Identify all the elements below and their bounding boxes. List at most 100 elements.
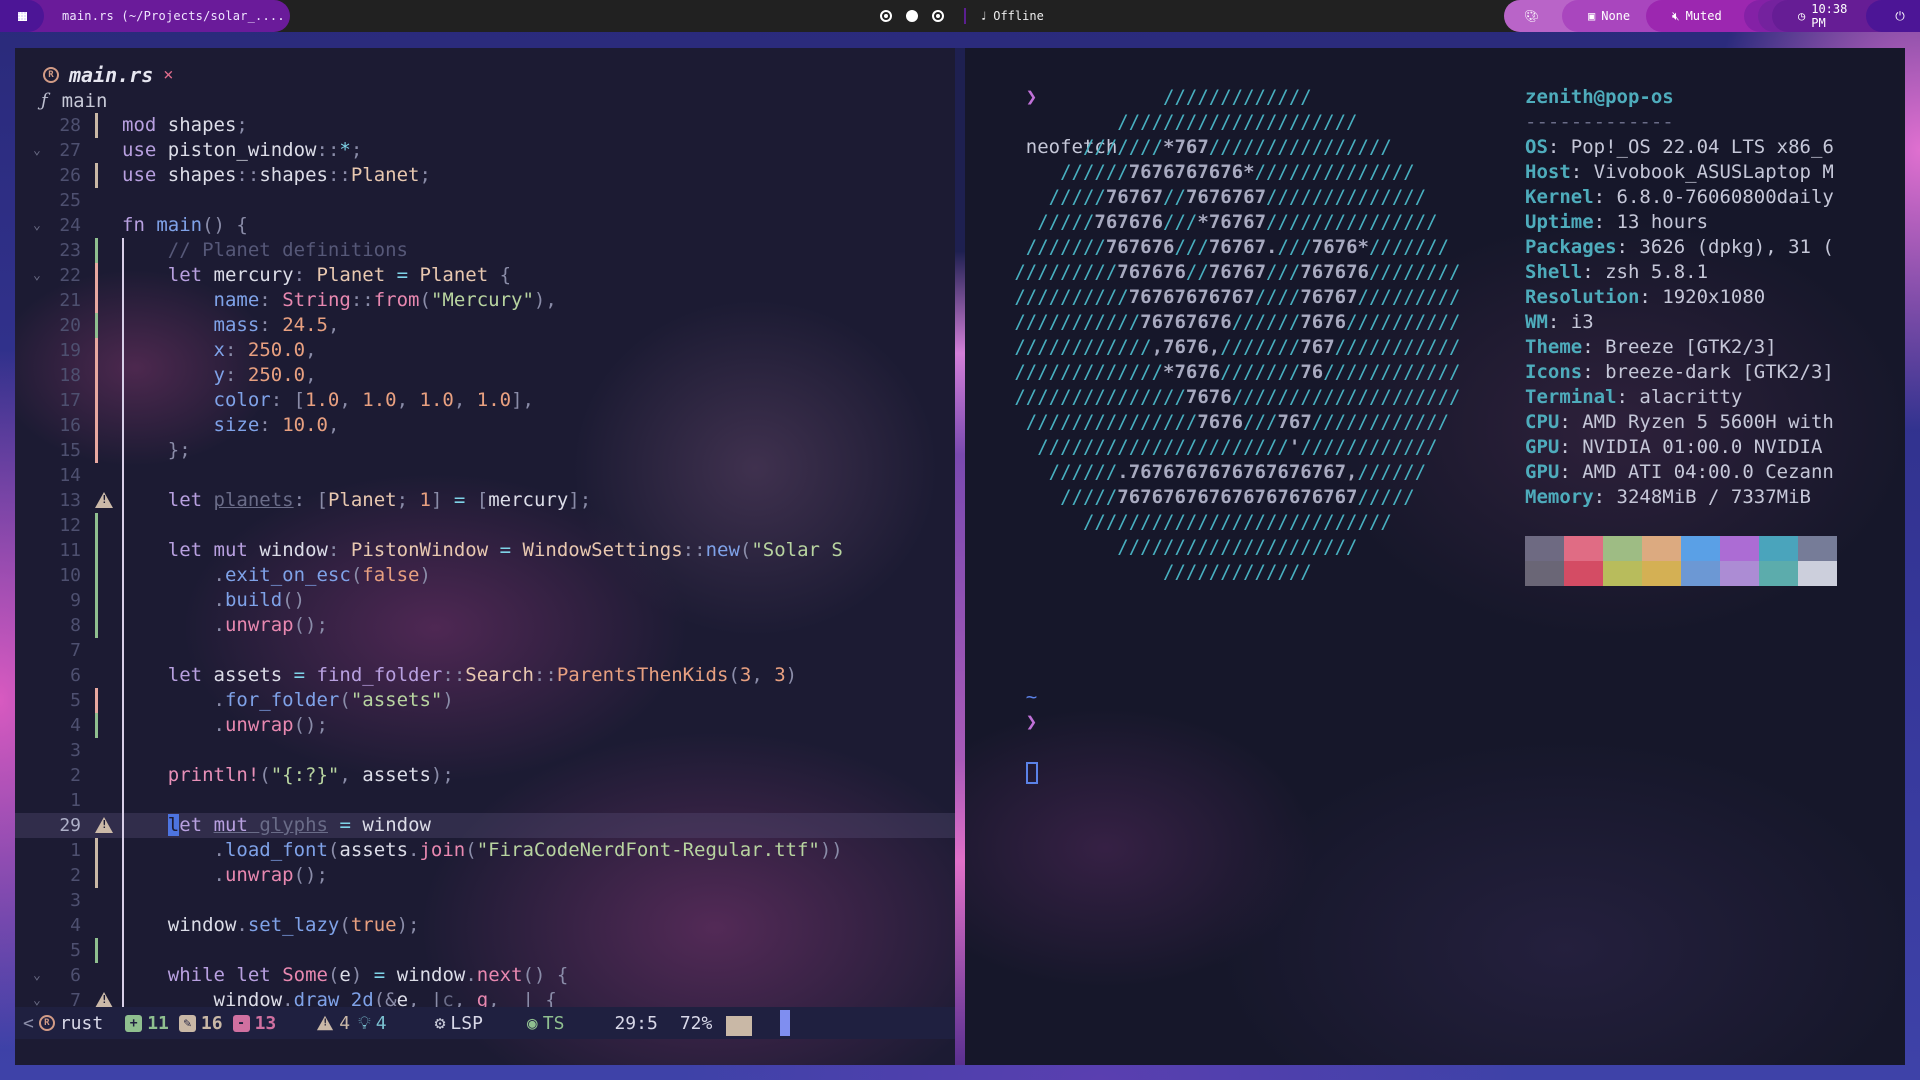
code-line[interactable]: 25 bbox=[15, 188, 955, 213]
line-number: 6 bbox=[70, 965, 81, 986]
warning-icon[interactable] bbox=[95, 492, 113, 509]
code-text: color: [1.0, 1.0, 1.0, 1.0], bbox=[213, 389, 534, 411]
code-line[interactable]: 20 mass: 24.5, bbox=[15, 313, 955, 338]
git-changed-count: 16 bbox=[200, 1012, 223, 1034]
color-swatch bbox=[1681, 561, 1720, 586]
plus-icon: + bbox=[125, 1014, 143, 1032]
info-row: GPU: AMD ATI 04:00.0 Cezann bbox=[1525, 461, 1834, 483]
grid-icon bbox=[17, 11, 27, 21]
code-line[interactable]: 5 .for_folder("assets") bbox=[15, 688, 955, 713]
indent-guide bbox=[122, 463, 124, 488]
code-text: window.set_lazy(true); bbox=[167, 914, 420, 936]
code-line[interactable]: ⌄ 6 while let Some(e) = window.next() { bbox=[15, 963, 955, 988]
git-sign-add bbox=[95, 238, 98, 263]
code-line[interactable]: 9 .build() bbox=[15, 588, 955, 613]
code-line[interactable]: 4 window.set_lazy(true); bbox=[15, 913, 955, 938]
focused-window-title[interactable]: main.rs (~/Projects/solar_.... bbox=[28, 0, 290, 32]
info-key: Shell bbox=[1525, 261, 1583, 283]
code-line[interactable]: ⌄ 24 fn main() { bbox=[15, 213, 955, 238]
diagnostics-warnings[interactable]: 4 bbox=[316, 1013, 350, 1034]
git-added-count: 11 bbox=[147, 1012, 169, 1034]
info-key: OS bbox=[1525, 136, 1548, 158]
editor-tab[interactable]: R main.rs × bbox=[43, 62, 174, 88]
code-line[interactable]: 21 name: String::from("Mercury"), bbox=[15, 288, 955, 313]
code-line[interactable]: 2 .unwrap(); bbox=[15, 863, 955, 888]
code-text: fn main() { bbox=[122, 214, 248, 236]
code-text: name: String::from("Mercury"), bbox=[213, 289, 557, 311]
logo-row: ///////*767//////////////// bbox=[1082, 136, 1392, 158]
code-line[interactable]: ⌄ 27 use piston_window::*; bbox=[15, 138, 955, 163]
info-value: Vivobook_ASUSLaptop M bbox=[1593, 161, 1834, 183]
code-line[interactable]: 3 bbox=[15, 738, 955, 763]
prompt-line[interactable]: ❯ bbox=[980, 685, 1038, 784]
code-line[interactable]: 17 color: [1.0, 1.0, 1.0, 1.0], bbox=[15, 388, 955, 413]
workspace-3-button[interactable] bbox=[932, 10, 944, 22]
color-swatch bbox=[1681, 536, 1720, 561]
treesitter-status[interactable]: ◉ TS bbox=[527, 1013, 565, 1034]
code-line[interactable]: 18 y: 250.0, bbox=[15, 363, 955, 388]
code-line[interactable]: 16 size: 10.0, bbox=[15, 413, 955, 438]
code-line[interactable]: 3 bbox=[15, 888, 955, 913]
git-sign-add bbox=[95, 313, 98, 338]
info-value: zsh 5.8.1 bbox=[1605, 261, 1709, 283]
code-line[interactable]: 6 let assets = find_folder::Search::Pare… bbox=[15, 663, 955, 688]
code-area[interactable]: 28 mod shapes; ⌄ 27 use piston_window::*; 26 u… bbox=[15, 113, 955, 1013]
pane-divider[interactable] bbox=[955, 48, 965, 1065]
code-line[interactable]: 28 mod shapes; bbox=[15, 113, 955, 138]
logo-row: /////////767676//76767///767676//////// bbox=[1014, 261, 1461, 283]
code-line[interactable]: 29 let mut glyphs = window bbox=[15, 813, 955, 838]
line-number: 28 bbox=[59, 115, 81, 136]
code-line[interactable]: 1 .load_font(assets.join("FiraCodeNerdFo… bbox=[15, 838, 955, 863]
code-line[interactable]: 11 let mut window: PistonWindow = Window… bbox=[15, 538, 955, 563]
music-note-icon: ♩ bbox=[980, 9, 988, 23]
code-text: x: 250.0, bbox=[213, 339, 317, 361]
logo-row: ////////////,7676,///////767/////////// bbox=[1014, 336, 1461, 358]
info-value: i3 bbox=[1570, 311, 1594, 333]
diagnostics-hints[interactable]: 💡︎ 4 bbox=[358, 1013, 386, 1034]
code-line[interactable]: 7 bbox=[15, 638, 955, 663]
code-text: }; bbox=[167, 439, 191, 461]
git-removed: - 13 bbox=[232, 1013, 276, 1034]
info-row: Shell: zsh 5.8.1 bbox=[1525, 261, 1709, 283]
info-row: Packages: 3626 (dpkg), 31 ( bbox=[1525, 236, 1834, 258]
workspace-2-button[interactable] bbox=[906, 10, 918, 22]
info-row: GPU: NVIDIA 01:00.0 NVIDIA bbox=[1525, 436, 1823, 458]
power-button[interactable]: ⏻ bbox=[1866, 0, 1920, 32]
media-status[interactable]: ♩ Offline bbox=[980, 9, 1044, 23]
code-line[interactable]: 26 use shapes::shapes::Planet; bbox=[15, 163, 955, 188]
color-swatch bbox=[1798, 536, 1837, 561]
code-line[interactable]: 10 .exit_on_esc(false) bbox=[15, 563, 955, 588]
info-row: OS: Pop!_OS 22.04 LTS x86_6 bbox=[1525, 136, 1834, 158]
terminal-pane[interactable]: ❯ neofetch ///////////// ///////////////… bbox=[965, 48, 1905, 1065]
close-icon[interactable]: × bbox=[163, 65, 173, 85]
code-line[interactable]: 13 let planets: [Planet; 1] = [mercury]; bbox=[15, 488, 955, 513]
app-launcher-button[interactable] bbox=[0, 0, 44, 32]
volume-button[interactable]: 🔇︎ Muted bbox=[1646, 0, 1760, 32]
code-line[interactable]: 1 bbox=[15, 788, 955, 813]
line-number: 24 bbox=[59, 215, 81, 236]
info-value: breeze-dark [GTK2/3] bbox=[1605, 361, 1834, 383]
logo-row: ///////////////7676//////////////////// bbox=[1014, 386, 1461, 408]
code-text: let mercury: Planet = Planet { bbox=[167, 264, 512, 286]
media-status-label: Offline bbox=[993, 9, 1044, 23]
code-line[interactable]: 14 bbox=[15, 463, 955, 488]
code-editor-pane[interactable]: R main.rs × ƒ main 28 mod shapes; ⌄ 27 use p… bbox=[15, 48, 955, 1065]
warning-icon[interactable] bbox=[95, 817, 113, 834]
rust-file-icon: R bbox=[43, 67, 59, 83]
rust-file-icon: R bbox=[38, 1015, 55, 1031]
code-line[interactable]: 23 // Planet definitions bbox=[15, 238, 955, 263]
clock-icon: ◷ bbox=[1798, 9, 1806, 23]
code-line[interactable]: 19 x: 250.0, bbox=[15, 338, 955, 363]
lsp-status[interactable]: ⚙ LSP bbox=[435, 1013, 483, 1034]
code-line[interactable]: 5 bbox=[15, 938, 955, 963]
code-line[interactable]: 8 .unwrap(); bbox=[15, 613, 955, 638]
breadcrumb[interactable]: ƒ main bbox=[41, 88, 107, 113]
info-key: Icons bbox=[1525, 361, 1583, 383]
code-line[interactable]: 4 .unwrap(); bbox=[15, 713, 955, 738]
code-line[interactable]: 2 println!("{:?}", assets); bbox=[15, 763, 955, 788]
code-line[interactable]: 15 }; bbox=[15, 438, 955, 463]
workspace-1-button[interactable] bbox=[880, 10, 892, 22]
info-value: 13 hours bbox=[1616, 211, 1709, 233]
code-line[interactable]: ⌄ 22 let mercury: Planet = Planet { bbox=[15, 263, 955, 288]
code-line[interactable]: 12 bbox=[15, 513, 955, 538]
